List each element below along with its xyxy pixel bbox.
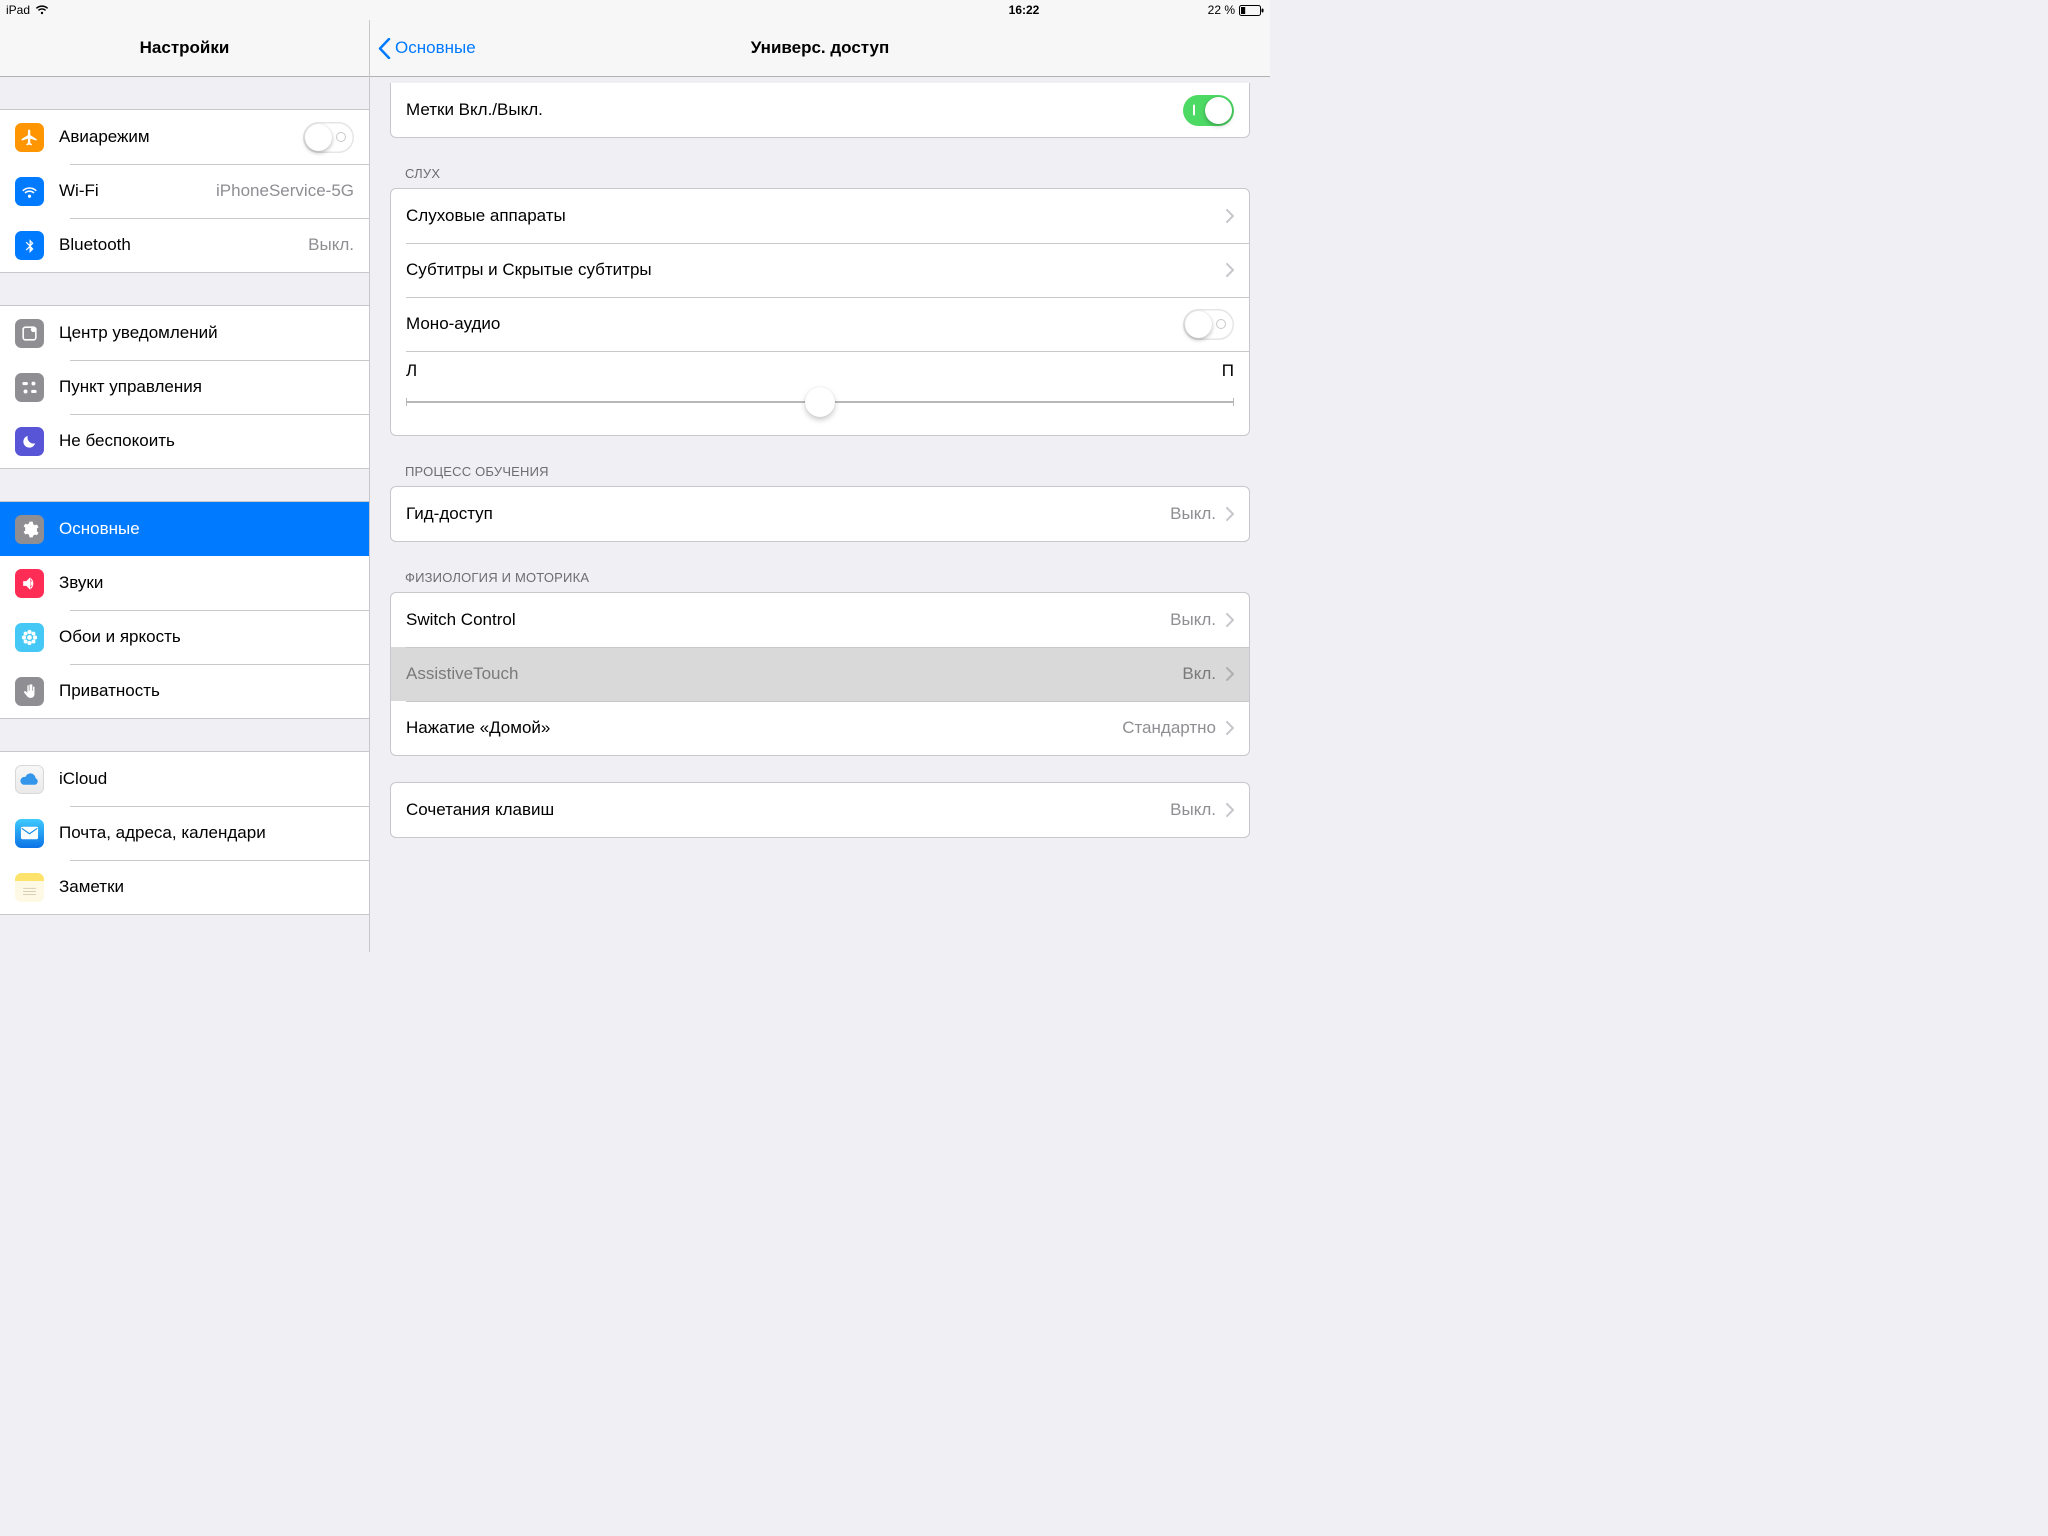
sidebar-item-notes[interactable]: Заметки (0, 860, 369, 914)
sidebar-item-wallpaper[interactable]: Обои и яркость (0, 610, 369, 664)
sidebar-item-control-center[interactable]: Пункт управления (0, 360, 369, 414)
sidebar-item-label: Wi-Fi (59, 181, 99, 201)
control-center-icon (15, 373, 44, 402)
row-mono-audio[interactable]: Моно-аудио (391, 297, 1249, 351)
sidebar-item-label: Приватность (59, 681, 160, 701)
bluetooth-icon (15, 231, 44, 260)
airplane-icon (15, 123, 44, 152)
sidebar-item-label: Звуки (59, 573, 103, 593)
wifi-status-icon (35, 5, 49, 15)
section-motor-title: ФИЗИОЛОГИЯ И МОТОРИКА (390, 542, 1250, 592)
sidebar-item-general[interactable]: Основные (0, 502, 369, 556)
sidebar-item-wifi[interactable]: Wi-Fi iPhoneService-5G (0, 164, 369, 218)
status-bar: iPad 16:22 22 % (0, 0, 1270, 20)
status-battery-text: 22 % (1208, 3, 1235, 17)
chevron-right-icon (1226, 803, 1234, 817)
speaker-icon (15, 569, 44, 598)
chevron-right-icon (1226, 507, 1234, 521)
row-value: Вкл. (1182, 664, 1216, 684)
slider-thumb[interactable] (805, 387, 835, 417)
sidebar-item-value: iPhoneService-5G (216, 181, 354, 201)
sidebar-item-label: iCloud (59, 769, 107, 789)
chevron-right-icon (1226, 721, 1234, 735)
settings-sidebar: Настройки Авиарежим Wi-Fi iPhoneService-… (0, 20, 370, 952)
balance-right-label: П (1222, 361, 1234, 381)
row-label: Метки Вкл./Выкл. (406, 100, 543, 120)
sidebar-item-bluetooth[interactable]: Bluetooth Выкл. (0, 218, 369, 272)
chevron-right-icon (1226, 667, 1234, 681)
sidebar-item-privacy[interactable]: Приватность (0, 664, 369, 718)
row-label: Switch Control (406, 610, 516, 630)
sidebar-title: Настройки (140, 38, 230, 58)
notifications-icon (15, 319, 44, 348)
cloud-icon (15, 765, 44, 794)
back-button[interactable]: Основные (370, 38, 476, 59)
sidebar-header: Настройки (0, 20, 369, 77)
row-hearing-aids[interactable]: Слуховые аппараты (391, 189, 1249, 243)
row-label: Моно-аудио (406, 314, 500, 334)
chevron-left-icon (378, 38, 391, 59)
balance-slider[interactable] (406, 387, 1234, 417)
row-home-click[interactable]: Нажатие «Домой» Стандартно (391, 701, 1249, 755)
row-label: Сочетания клавиш (406, 800, 554, 820)
detail-title: Универс. доступ (751, 38, 890, 58)
detail-pane: Основные Универс. доступ Метки Вкл./Выкл… (370, 20, 1270, 952)
sidebar-item-notifications[interactable]: Центр уведомлений (0, 306, 369, 360)
row-subtitles[interactable]: Субтитры и Скрытые субтитры (391, 243, 1249, 297)
row-guided-access[interactable]: Гид-доступ Выкл. (391, 487, 1249, 541)
row-shortcut[interactable]: Сочетания клавиш Выкл. (391, 783, 1249, 837)
row-assistive-touch[interactable]: AssistiveTouch Вкл. (391, 647, 1249, 701)
hand-icon (15, 677, 44, 706)
row-label: Слуховые аппараты (406, 206, 566, 226)
row-value: Выкл. (1170, 504, 1216, 524)
sidebar-item-label: Не беспокоить (59, 431, 175, 451)
section-learning-title: ПРОЦЕСС ОБУЧЕНИЯ (390, 436, 1250, 486)
sidebar-item-label: Авиарежим (59, 127, 150, 147)
sidebar-item-label: Центр уведомлений (59, 323, 218, 343)
moon-icon (15, 427, 44, 456)
sidebar-item-mail[interactable]: Почта, адреса, календари (0, 806, 369, 860)
status-device: iPad (6, 3, 30, 17)
status-time: 16:22 (1009, 3, 1040, 17)
battery-icon (1239, 5, 1264, 16)
sidebar-item-value: Выкл. (308, 235, 354, 255)
row-label: AssistiveTouch (406, 664, 518, 684)
sidebar-item-dnd[interactable]: Не беспокоить (0, 414, 369, 468)
row-value: Выкл. (1170, 610, 1216, 630)
sidebar-item-icloud[interactable]: iCloud (0, 752, 369, 806)
detail-header: Основные Универс. доступ (370, 20, 1270, 77)
labels-toggle[interactable] (1183, 95, 1234, 126)
sidebar-item-label: Почта, адреса, календари (59, 823, 266, 843)
flower-icon (15, 623, 44, 652)
row-value: Выкл. (1170, 800, 1216, 820)
wifi-icon (15, 177, 44, 206)
sidebar-item-airplane[interactable]: Авиарежим (0, 110, 369, 164)
sidebar-item-label: Bluetooth (59, 235, 131, 255)
row-switch-control[interactable]: Switch Control Выкл. (391, 593, 1249, 647)
notes-icon (15, 873, 44, 902)
sidebar-item-label: Основные (59, 519, 140, 539)
gear-icon (15, 515, 44, 544)
row-value: Стандартно (1122, 718, 1216, 738)
chevron-right-icon (1226, 613, 1234, 627)
mono-audio-toggle[interactable] (1183, 309, 1234, 340)
row-labels-toggle[interactable]: Метки Вкл./Выкл. (391, 83, 1249, 137)
airplane-toggle[interactable] (303, 122, 354, 153)
row-label: Гид-доступ (406, 504, 493, 524)
balance-left-label: Л (406, 361, 417, 381)
row-balance-slider: Л П (391, 351, 1249, 435)
back-label: Основные (395, 38, 476, 58)
chevron-right-icon (1226, 263, 1234, 277)
section-hearing-title: СЛУХ (390, 138, 1250, 188)
row-label: Субтитры и Скрытые субтитры (406, 260, 652, 280)
mail-icon (15, 819, 44, 848)
sidebar-item-label: Пункт управления (59, 377, 202, 397)
sidebar-item-sounds[interactable]: Звуки (0, 556, 369, 610)
sidebar-item-label: Заметки (59, 877, 124, 897)
sidebar-item-label: Обои и яркость (59, 627, 181, 647)
chevron-right-icon (1226, 209, 1234, 223)
row-label: Нажатие «Домой» (406, 718, 550, 738)
